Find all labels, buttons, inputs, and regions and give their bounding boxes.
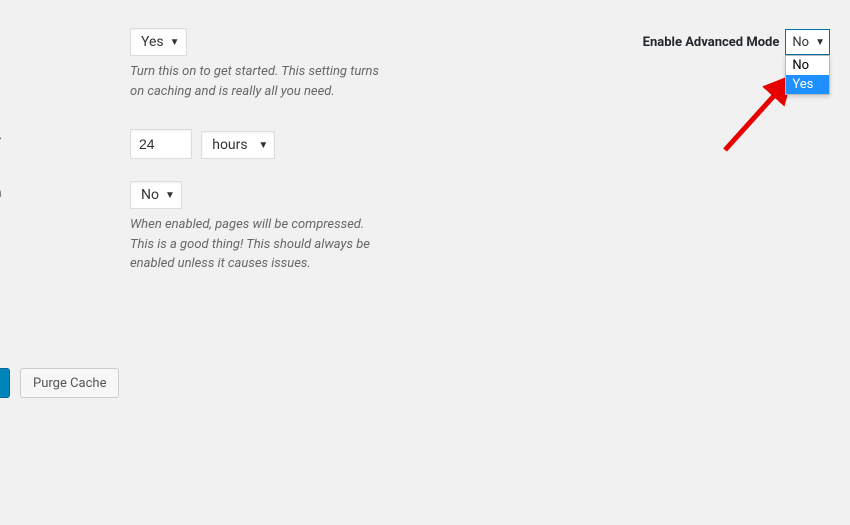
advanced-mode-option-no[interactable]: No [786, 56, 829, 75]
advanced-mode-select[interactable]: No ▼ [785, 29, 830, 55]
advanced-mode-dropdown[interactable]: No Yes [785, 55, 830, 95]
chevron-down-icon: ▼ [815, 37, 825, 48]
caching-select[interactable]: Yes ▼ [130, 28, 187, 56]
settings-form: hing Yes ▼ Turn this on to get started. … [0, 28, 480, 302]
setting-row-expire: e after hours ▼ [0, 129, 480, 159]
purge-cache-button[interactable]: Purge Cache [20, 368, 119, 398]
compression-select[interactable]: No ▼ [130, 181, 182, 209]
chevron-down-icon: ▼ [165, 190, 175, 201]
expire-label: e after [0, 129, 130, 159]
expire-unit-value: hours [212, 137, 247, 153]
caching-field: Yes ▼ Turn this on to get started. This … [130, 28, 480, 101]
advanced-mode-select-group: No ▼ No Yes [785, 29, 830, 55]
compression-label: ession [0, 181, 130, 274]
expire-field: hours ▼ [130, 129, 480, 159]
expire-value-input[interactable] [130, 129, 192, 159]
advanced-mode-control: Enable Advanced Mode No ▼ No Yes [643, 29, 830, 55]
expire-unit-select[interactable]: hours ▼ [201, 131, 275, 159]
chevron-down-icon: ▼ [170, 37, 180, 48]
caching-select-value: Yes [141, 34, 164, 50]
compression-select-value: No [141, 187, 159, 203]
advanced-mode-label: Enable Advanced Mode [643, 35, 780, 50]
purge-cache-label: Purge Cache [33, 376, 106, 391]
advanced-mode-option-yes[interactable]: Yes [786, 75, 829, 94]
button-row: Purge Cache [0, 368, 119, 398]
caching-label: hing [0, 28, 130, 101]
setting-row-compression: ession No ▼ When enabled, pages will be … [0, 181, 480, 274]
compression-field: No ▼ When enabled, pages will be compres… [130, 181, 480, 274]
primary-button-partial[interactable] [0, 368, 10, 398]
advanced-mode-value: No [792, 35, 809, 50]
compression-help-text: When enabled, pages will be compressed. … [130, 215, 390, 274]
setting-row-caching: hing Yes ▼ Turn this on to get started. … [0, 28, 480, 101]
chevron-down-icon: ▼ [258, 140, 268, 151]
caching-help-text: Turn this on to get started. This settin… [130, 62, 390, 101]
